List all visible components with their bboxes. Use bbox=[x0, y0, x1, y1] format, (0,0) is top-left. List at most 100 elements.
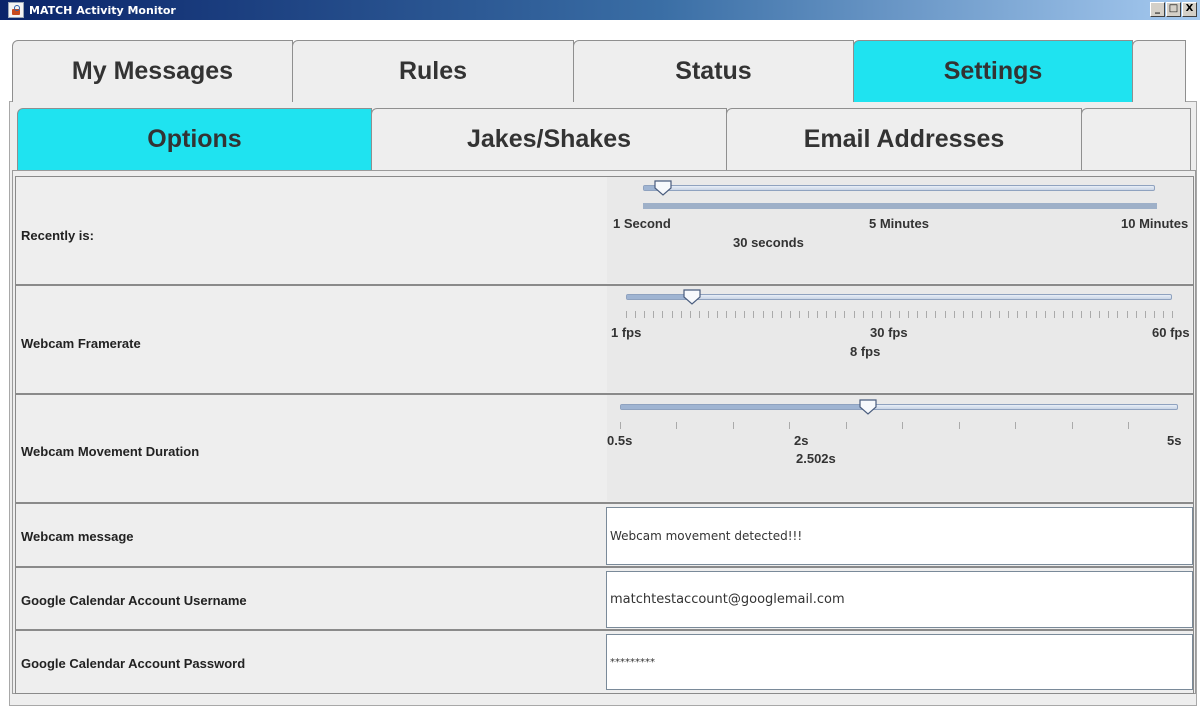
settings-sub-tab-bar: Options Jakes/Shakes Email Addresses bbox=[17, 108, 1191, 170]
recently-label: Recently is: bbox=[21, 228, 94, 243]
tab-label: Options bbox=[147, 125, 242, 153]
tab-label: Settings bbox=[943, 57, 1043, 85]
slider-tick bbox=[1154, 311, 1155, 318]
slider-tick bbox=[1072, 422, 1073, 429]
framerate-max-label: 60 fps bbox=[1152, 325, 1190, 340]
slider-tick bbox=[672, 311, 673, 318]
movement-duration-value: 2.502s bbox=[796, 451, 836, 466]
slider-tick bbox=[699, 311, 700, 318]
recently-max-label: 10 Minutes bbox=[1121, 216, 1189, 231]
recently-slider[interactable]: 1 Second 5 Minutes 10 Minutes 30 seconds bbox=[607, 177, 1192, 283]
gcal-username-input[interactable]: matchtestaccount@googlemail.com bbox=[606, 571, 1193, 628]
maximize-button[interactable]: □ bbox=[1166, 2, 1181, 17]
option-row-gcal-username: Google Calendar Account Username matchte… bbox=[15, 567, 1194, 630]
minimize-button[interactable]: _ bbox=[1150, 2, 1165, 17]
slider-tick bbox=[753, 311, 754, 318]
tab-rules[interactable]: Rules bbox=[292, 40, 574, 102]
slider-tick bbox=[963, 311, 964, 318]
main-tab-bar: My Messages Rules Status Settings bbox=[12, 40, 1186, 102]
movement-duration-slider[interactable]: 0.5s 2s 5s 2.502s bbox=[607, 395, 1192, 501]
slider-tick bbox=[990, 311, 991, 318]
gcal-password-input[interactable]: ********* bbox=[606, 634, 1193, 690]
slider-tick bbox=[681, 311, 682, 318]
java-app-icon bbox=[8, 2, 24, 18]
slider-tick bbox=[1008, 311, 1009, 318]
webcam-message-input[interactable]: Webcam movement detected!!! bbox=[606, 507, 1193, 565]
recently-value: 30 seconds bbox=[733, 235, 804, 250]
slider-tick bbox=[846, 422, 847, 429]
slider-tick bbox=[620, 422, 621, 429]
recently-mid-label: 5 Minutes bbox=[869, 216, 929, 231]
recently-min-label: 1 Second bbox=[613, 216, 671, 231]
close-button[interactable]: X bbox=[1182, 2, 1197, 17]
slider-tick bbox=[733, 422, 734, 429]
slider-tick bbox=[1015, 422, 1016, 429]
movement-duration-max-label: 5s bbox=[1167, 433, 1182, 448]
slider-tick bbox=[1072, 311, 1073, 318]
slider-tick bbox=[808, 311, 809, 318]
tab-label: Status bbox=[675, 57, 752, 85]
slider-tick bbox=[1172, 311, 1173, 318]
gcal-username-label: Google Calendar Account Username bbox=[21, 593, 247, 608]
slider-tick bbox=[917, 311, 918, 318]
tab-label: Email Addresses bbox=[803, 125, 1005, 153]
slider-tick bbox=[1128, 422, 1129, 429]
slider-tick bbox=[981, 311, 982, 318]
framerate-slider[interactable]: 1 fps 30 fps 60 fps 8 fps bbox=[607, 286, 1192, 392]
slider-tick bbox=[972, 311, 973, 318]
slider-tick bbox=[1090, 311, 1091, 318]
movement-duration-slider-track[interactable] bbox=[620, 404, 1178, 410]
slider-tick bbox=[945, 311, 946, 318]
tab-status[interactable]: Status bbox=[573, 40, 854, 102]
slider-tick bbox=[1081, 311, 1082, 318]
slider-tick bbox=[954, 311, 955, 318]
slider-tick bbox=[1108, 311, 1109, 318]
slider-tick bbox=[1127, 311, 1128, 318]
option-row-gcal-password: Google Calendar Account Password *******… bbox=[15, 630, 1194, 694]
tab-options[interactable]: Options bbox=[17, 108, 372, 170]
slider-tick bbox=[881, 311, 882, 318]
slider-tick bbox=[781, 311, 782, 318]
slider-tick bbox=[790, 311, 791, 318]
tab-settings[interactable]: Settings bbox=[853, 40, 1133, 102]
slider-tick bbox=[690, 311, 691, 318]
recently-slider-track[interactable] bbox=[643, 185, 1155, 191]
slider-tick bbox=[908, 311, 909, 318]
slider-tick bbox=[644, 311, 645, 318]
movement-duration-min-label: 0.5s bbox=[607, 433, 633, 448]
slider-tick bbox=[863, 311, 864, 318]
slider-tick bbox=[763, 311, 764, 318]
slider-tick bbox=[1136, 311, 1137, 318]
tab-label: Jakes/Shakes bbox=[466, 125, 632, 153]
movement-duration-slider-thumb[interactable] bbox=[859, 399, 877, 415]
slider-tick bbox=[717, 311, 718, 318]
tab-label: Rules bbox=[398, 57, 468, 85]
framerate-slider-track[interactable] bbox=[626, 294, 1172, 300]
tab-label: My Messages bbox=[71, 57, 234, 85]
option-row-recently: Recently is: 1 Second 5 Minutes 10 Minut… bbox=[15, 176, 1194, 285]
slider-tick bbox=[1145, 311, 1146, 318]
tab-my-messages[interactable]: My Messages bbox=[12, 40, 293, 102]
slider-tick bbox=[835, 311, 836, 318]
slider-tick bbox=[662, 311, 663, 318]
option-row-webcam-message: Webcam message Webcam movement detected!… bbox=[15, 503, 1194, 567]
tab-jakes-shakes[interactable]: Jakes/Shakes bbox=[371, 108, 727, 170]
slider-tick bbox=[1163, 311, 1164, 318]
slider-tick bbox=[935, 311, 936, 318]
recently-slider-ticks bbox=[643, 203, 1157, 209]
framerate-label: Webcam Framerate bbox=[21, 336, 141, 351]
tab-email-addresses[interactable]: Email Addresses bbox=[726, 108, 1082, 170]
window-title-bar: MATCH Activity Monitor _ □ X bbox=[0, 0, 1200, 20]
option-row-movement-duration: Webcam Movement Duration 0.5s 2s 5s 2.50… bbox=[15, 394, 1194, 503]
slider-tick bbox=[744, 311, 745, 318]
tab-bar-filler bbox=[1132, 40, 1186, 102]
option-row-framerate: Webcam Framerate 1 fps 30 fps 60 fps 8 f… bbox=[15, 285, 1194, 394]
slider-tick bbox=[826, 311, 827, 318]
slider-tick bbox=[959, 422, 960, 429]
framerate-slider-thumb[interactable] bbox=[682, 289, 701, 305]
slider-tick bbox=[1026, 311, 1027, 318]
window-controls: _ □ X bbox=[1150, 2, 1197, 17]
slider-tick bbox=[626, 311, 627, 318]
framerate-value: 8 fps bbox=[850, 344, 881, 359]
recently-slider-thumb[interactable] bbox=[654, 180, 673, 196]
